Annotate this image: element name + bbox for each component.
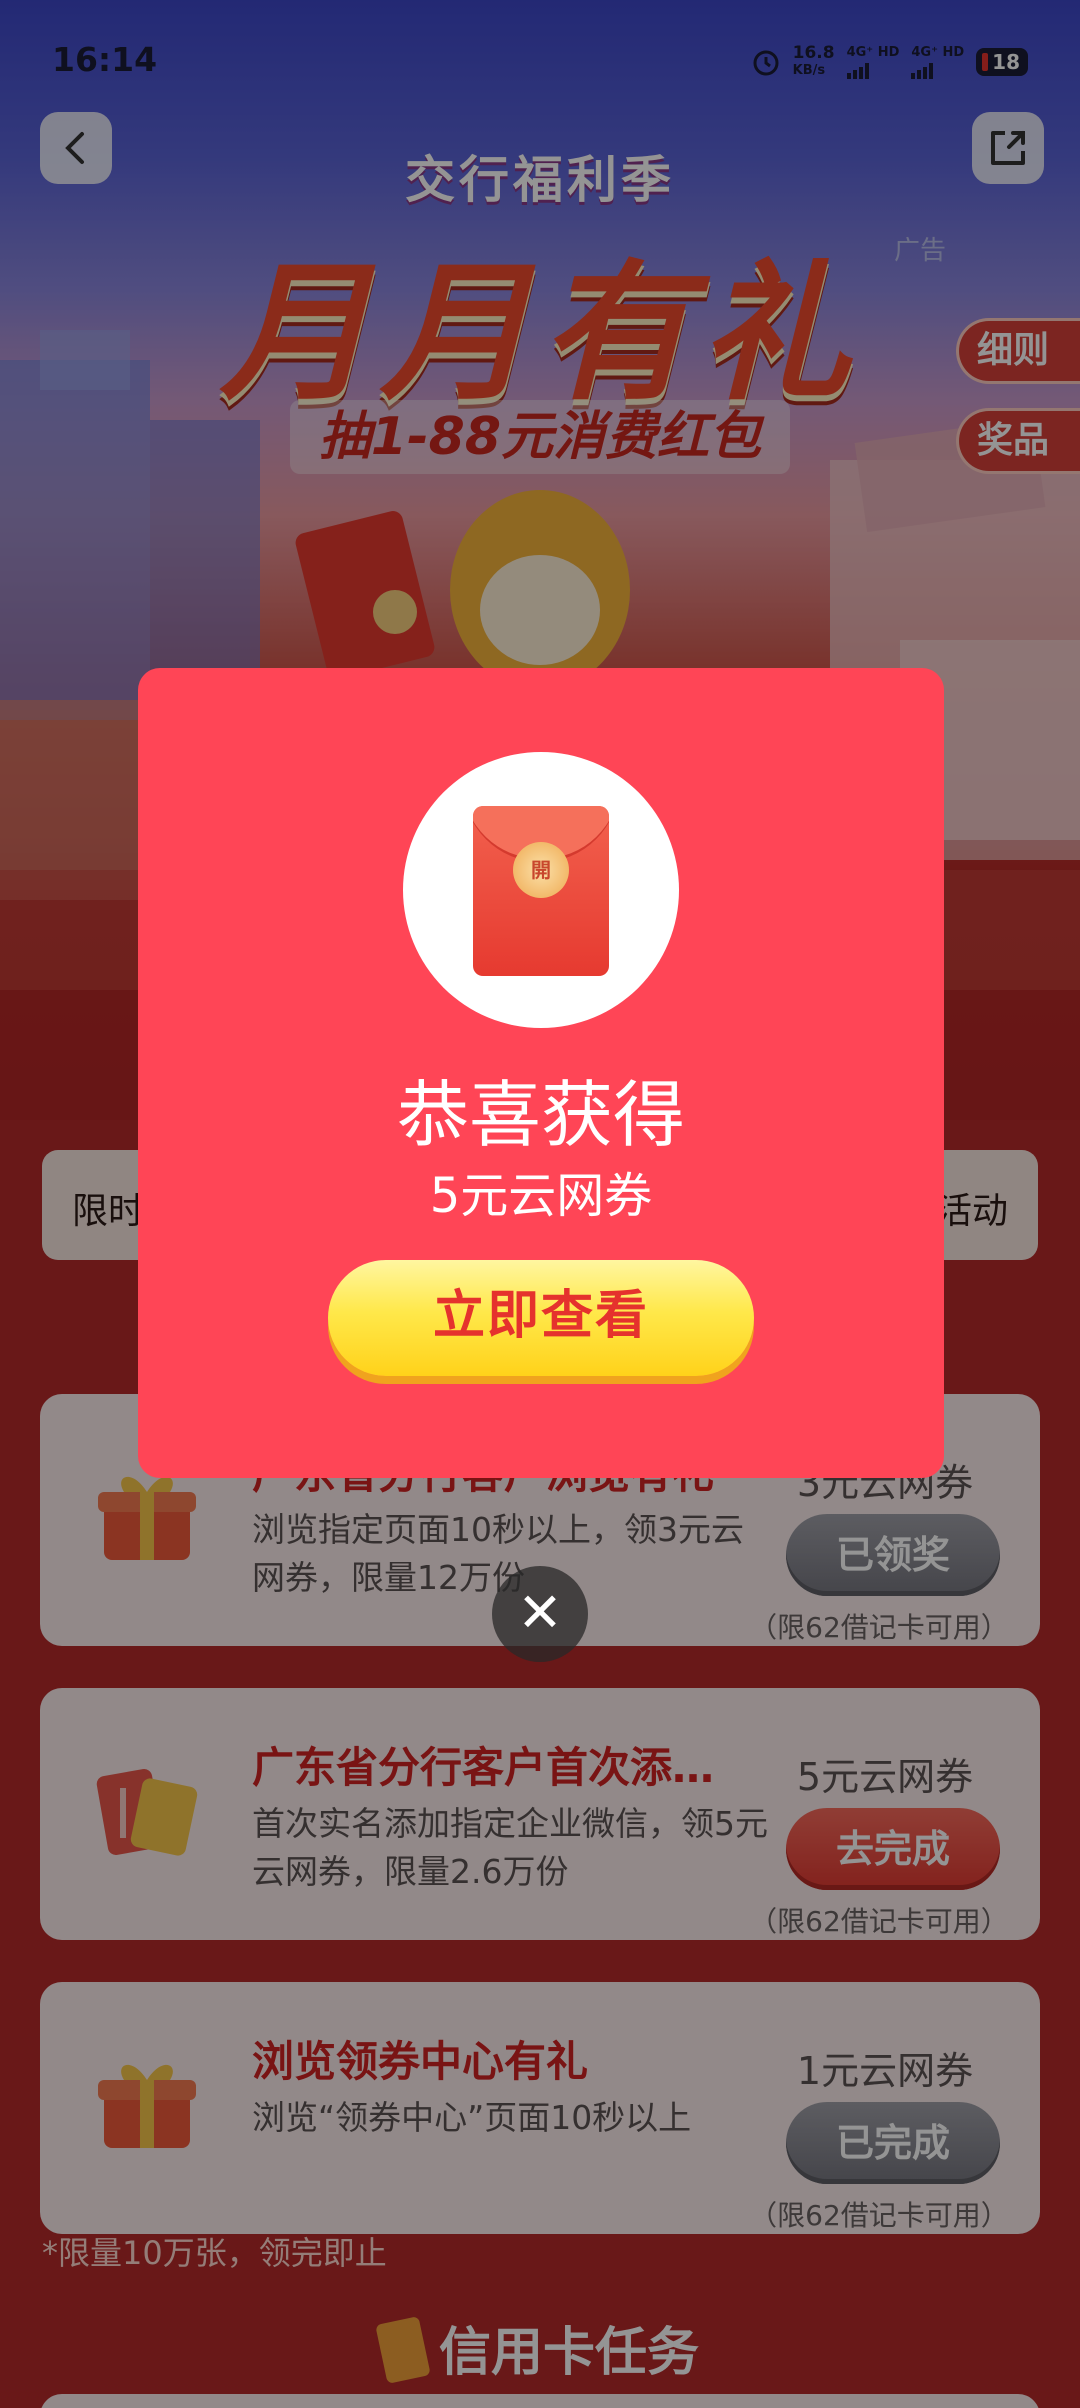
close-button[interactable]: ✕ [492,1566,588,1662]
envelope-circle: 開 [403,752,679,1028]
red-envelope-icon: 開 [473,806,609,976]
close-icon: ✕ [517,1581,563,1644]
prize-modal: 開 恭喜获得 5元云网券 立即查看 [138,668,944,1478]
envelope-seal: 開 [513,842,569,898]
view-now-button[interactable]: 立即查看 [328,1260,754,1376]
modal-title: 恭喜获得 [396,1073,685,1157]
modal-prize: 5元云网券 [429,1168,653,1224]
